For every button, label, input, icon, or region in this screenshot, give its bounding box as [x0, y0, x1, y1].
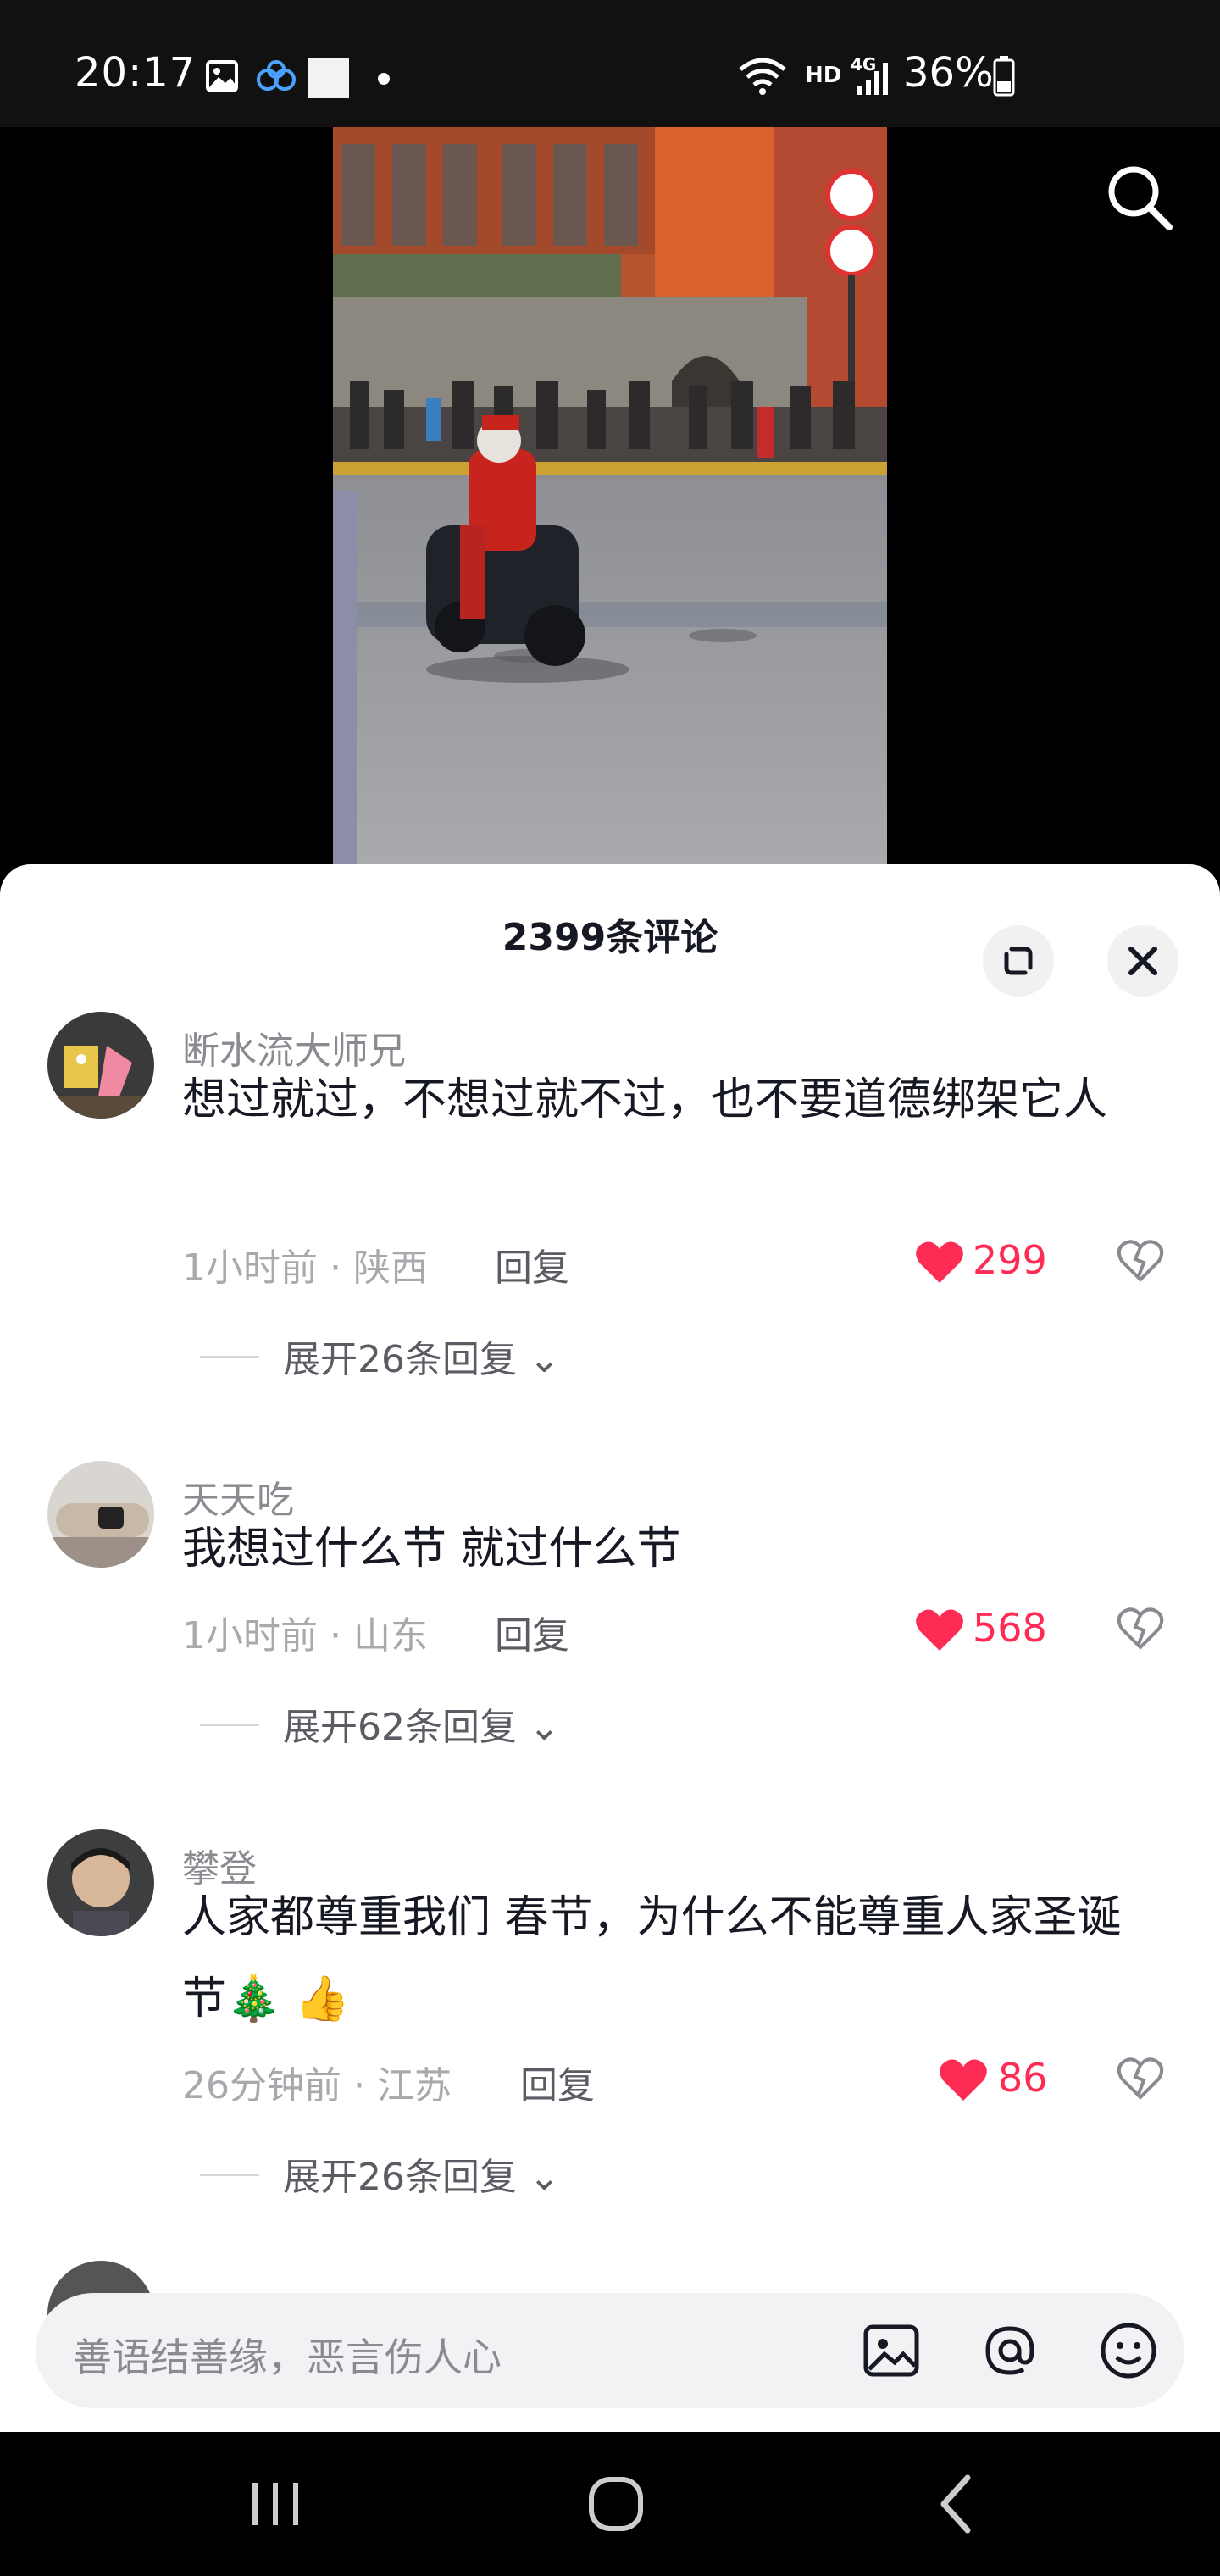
comment-location: 江苏 — [376, 2064, 452, 2107]
video-scene-image — [333, 127, 887, 864]
wifi-icon — [739, 58, 786, 95]
hd-label: HD — [805, 63, 842, 88]
system-nav-bar — [0, 2432, 1220, 2576]
expand-sheet-button[interactable] — [983, 925, 1054, 997]
reply-button[interactable]: 回复 — [495, 1605, 569, 1659]
expand-replies-label: 展开26条回复 — [283, 2156, 517, 2199]
chevron-down-icon: ⌄ — [529, 2156, 560, 2199]
home-icon[interactable] — [578, 2466, 654, 2542]
like-count: 86 — [998, 2055, 1048, 2101]
comment-time: 26分钟前 · 江苏 — [182, 2064, 452, 2107]
chevron-down-icon: ⌄ — [529, 1706, 560, 1749]
video-frame[interactable] — [333, 127, 887, 864]
dislike-heart-icon[interactable] — [1117, 2057, 1164, 2101]
avatar[interactable] — [47, 1461, 154, 1568]
comment-input-placeholder: 善语结善缘，恶言伤人心 — [73, 2334, 502, 2380]
dislike-heart-icon[interactable] — [1117, 1239, 1164, 1283]
status-bar: 20:17 HD 4G 36% — [0, 0, 1220, 127]
expand-divider — [200, 1356, 259, 1358]
image-notification-icon — [206, 60, 238, 92]
dislike-heart-icon[interactable] — [1117, 1607, 1164, 1651]
status-time: 20:17 — [75, 49, 197, 97]
app-notification-icon — [257, 60, 296, 91]
like-heart-icon[interactable] — [915, 1608, 964, 1652]
reply-button[interactable]: 回复 — [495, 1237, 569, 1291]
video-player[interactable] — [0, 127, 1220, 864]
comment-time-text: 26分钟前 — [182, 2064, 341, 2107]
comments-sheet: 2399条评论 断水流大师兄 想过就过，不想过就不过，也不要道德绑架它人 1小时… — [0, 864, 1220, 2432]
avatar[interactable] — [47, 1829, 154, 1936]
expand-replies[interactable]: 展开26条回复 ⌄ — [283, 1329, 560, 1383]
battery-percent: 36% — [903, 49, 994, 97]
dot-icon — [378, 73, 390, 85]
search-icon[interactable] — [1101, 159, 1178, 236]
expand-icon — [1004, 947, 1033, 975]
signal-icon — [857, 63, 888, 95]
expand-replies[interactable]: 展开62条回复 ⌄ — [283, 1696, 560, 1751]
battery-icon — [993, 56, 1015, 97]
avatar[interactable] — [47, 1012, 154, 1119]
chevron-down-icon: ⌄ — [529, 1338, 560, 1381]
close-sheet-button[interactable] — [1107, 925, 1178, 997]
expand-replies[interactable]: 展开26条回复 ⌄ — [283, 2146, 560, 2201]
comment-time-text: 1小时前 — [182, 1614, 318, 1657]
image-picker-icon[interactable] — [857, 2317, 925, 2384]
like-count: 299 — [973, 1237, 1047, 1283]
like-heart-icon[interactable] — [939, 2058, 988, 2102]
expand-replies-label: 展开62条回复 — [283, 1706, 517, 1749]
comment-time: 1小时前 · 山东 — [182, 1614, 428, 1657]
emoji-icon[interactable] — [1095, 2317, 1162, 2384]
comment-time: 1小时前 · 陕西 — [182, 1246, 428, 1290]
reply-button[interactable]: 回复 — [520, 2055, 595, 2109]
expand-divider — [200, 1724, 259, 1726]
comment-location: 山东 — [352, 1614, 428, 1657]
back-icon[interactable] — [918, 2466, 995, 2542]
like-heart-icon[interactable] — [915, 1241, 964, 1285]
recent-apps-icon[interactable] — [237, 2466, 313, 2542]
comment-input[interactable]: 善语结善缘，恶言伤人心 — [36, 2293, 1184, 2408]
comment-text[interactable]: 想过就过，不想过就不过，也不要道德绑架它人 — [182, 1059, 1165, 1141]
expand-replies-label: 展开26条回复 — [283, 1338, 517, 1381]
comment-location: 陕西 — [352, 1246, 428, 1290]
mention-icon[interactable] — [976, 2317, 1044, 2384]
comment-time-text: 1小时前 — [182, 1246, 318, 1290]
comment-text[interactable]: 我想过什么节 就过什么节 — [182, 1508, 1165, 1590]
expand-divider — [200, 2174, 259, 2176]
like-count: 568 — [973, 1605, 1047, 1651]
comment-text[interactable]: 人家都尊重我们 春节，为什么不能尊重人家圣诞节🎄 👍 — [182, 1877, 1165, 2040]
square-notification-icon — [308, 58, 349, 98]
close-icon — [1128, 947, 1157, 975]
